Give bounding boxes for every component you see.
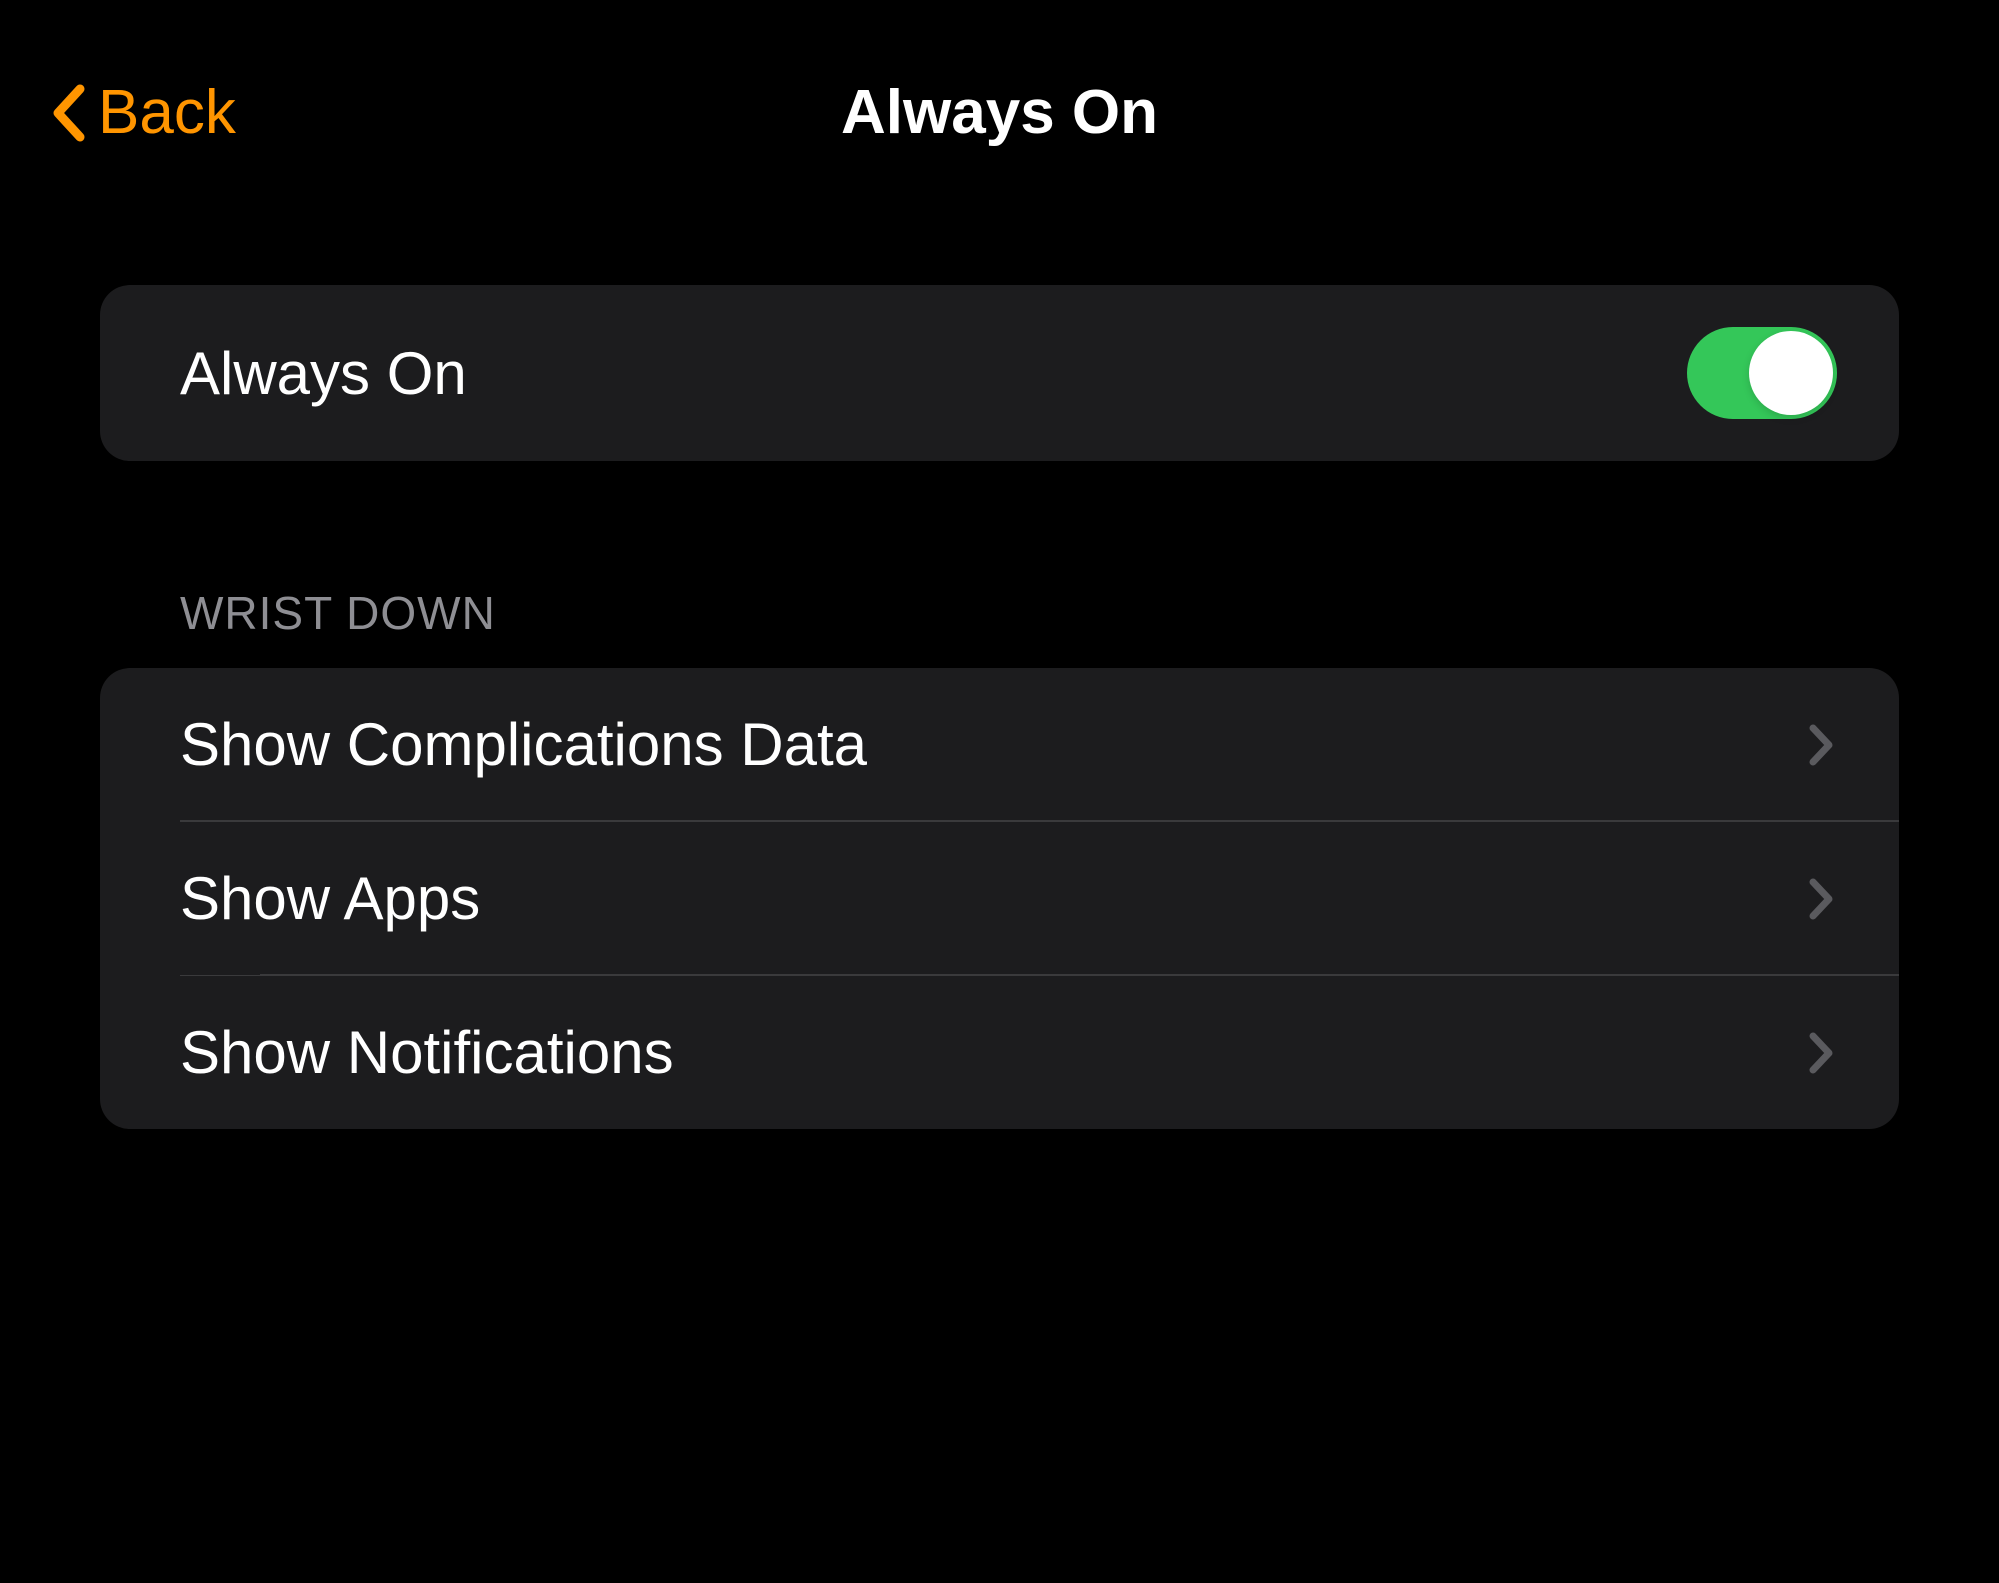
- always-on-toggle[interactable]: [1687, 327, 1837, 419]
- page-title: Always On: [841, 77, 1158, 148]
- show-apps-label: Show Apps: [180, 864, 480, 933]
- wrist-down-group: Show Complications Data Show Apps: [100, 668, 1899, 1129]
- show-apps-row[interactable]: Show Apps: [180, 821, 1899, 975]
- back-label: Back: [98, 77, 236, 148]
- chevron-right-icon: [1807, 876, 1837, 922]
- chevron-right-icon: [1807, 1030, 1837, 1076]
- always-on-label: Always On: [180, 339, 467, 408]
- chevron-right-icon: [1807, 722, 1837, 768]
- back-button[interactable]: Back: [50, 77, 236, 148]
- show-complications-label: Show Complications Data: [180, 710, 867, 779]
- chevron-back-icon: [50, 83, 88, 143]
- wrist-down-header: Wrist Down: [100, 586, 1899, 668]
- toggle-knob: [1749, 331, 1833, 415]
- always-on-toggle-row[interactable]: Always On: [100, 285, 1899, 461]
- show-notifications-label: Show Notifications: [180, 1018, 674, 1087]
- show-notifications-row[interactable]: Show Notifications: [180, 975, 1899, 1129]
- navigation-bar: Back Always On: [0, 0, 1999, 190]
- toggle-group: Always On: [100, 285, 1899, 461]
- content-area: Always On Wrist Down Show Complications …: [0, 190, 1999, 1129]
- show-complications-row[interactable]: Show Complications Data: [100, 668, 1899, 821]
